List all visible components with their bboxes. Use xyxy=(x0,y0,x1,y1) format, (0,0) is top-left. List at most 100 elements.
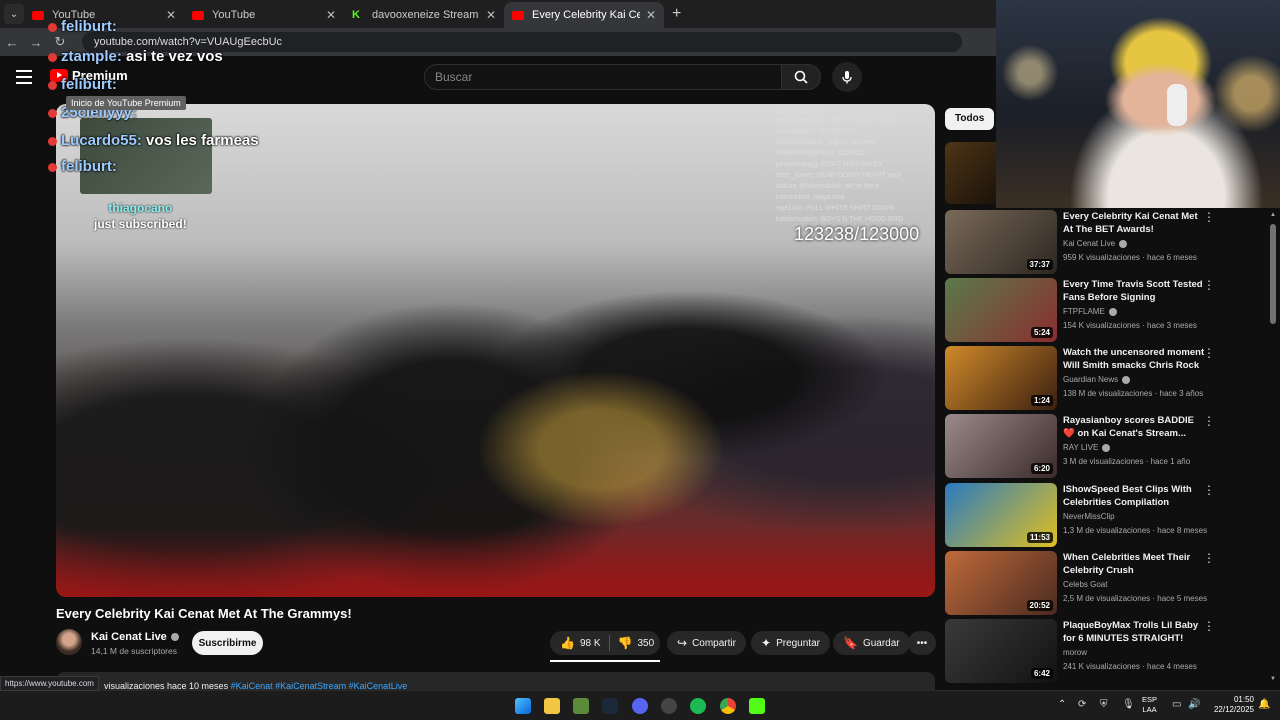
filter-chip-all[interactable]: Todos xyxy=(945,108,995,130)
back-arrow-icon[interactable]: ← xyxy=(0,35,24,50)
description-box[interactable]: visualizaciones hace 10 meses #KaiCenat … xyxy=(56,672,935,690)
tab-youtube-2[interactable]: YouTube ✕ xyxy=(184,2,344,28)
more-horizontal-icon: ••• xyxy=(916,637,928,649)
thumbs-up-icon[interactable]: 👍 xyxy=(560,636,575,650)
mic-tray-icon[interactable]: 🎙 xyxy=(1122,699,1135,710)
chat-badge-icon xyxy=(48,108,57,118)
recommended-title[interactable]: Watch the uncensored moment Will Smith s… xyxy=(1063,346,1205,372)
shield-icon[interactable]: ⛨ xyxy=(1100,699,1108,710)
dislike-count[interactable]: 350 xyxy=(637,638,654,649)
video-duration: 1:24 xyxy=(1030,395,1053,406)
youtube-favicon-icon xyxy=(32,10,44,20)
recommended-meta: 959 K visualizaciones · hace 6 meses xyxy=(1063,253,1197,262)
tab-close-icon[interactable]: ✕ xyxy=(486,8,496,22)
recommended-video[interactable]: 37:37 Every Celebrity Kai Cenat Met At Th… xyxy=(945,210,1275,274)
recommended-channel[interactable]: Celebs Goat xyxy=(1063,580,1107,589)
more-vertical-icon[interactable]: ⋮ xyxy=(1203,210,1215,224)
spotify-icon[interactable] xyxy=(690,698,706,714)
obs-icon[interactable] xyxy=(661,698,677,714)
recommended-video[interactable]: 11:53 IShowSpeed Best Clips With Celebrit… xyxy=(945,483,1275,547)
voice-search-button[interactable] xyxy=(832,62,862,92)
like-dislike-group: 👍 98 K 👎 350 xyxy=(550,631,660,655)
tab-close-icon[interactable]: ✕ xyxy=(326,8,336,22)
recommended-title[interactable]: IShowSpeed Best Clips With Celebrities C… xyxy=(1063,483,1205,509)
recommended-title[interactable]: Rayasianboy scores BADDIE❤️ on Kai Cenat… xyxy=(1063,414,1205,440)
recommended-channel[interactable]: NeverMissClip xyxy=(1063,512,1115,521)
sync-icon[interactable]: ⟳ xyxy=(1078,699,1086,710)
new-tab-button[interactable]: + xyxy=(672,5,681,23)
recommended-channel[interactable]: Kai Cenat Live xyxy=(1063,239,1128,248)
tab-close-icon[interactable]: ✕ xyxy=(166,8,176,22)
more-actions-button[interactable]: ••• xyxy=(908,631,936,655)
video-chat-line: kaitooelitta: nigga look xyxy=(776,194,846,201)
partial-thumbnail[interactable] xyxy=(945,142,997,204)
notification-icon[interactable]: 🔔 xyxy=(1258,699,1270,710)
menu-icon[interactable] xyxy=(16,70,32,84)
recommended-video[interactable]: 5:24 Every Time Travis Scott Tested Fans … xyxy=(945,278,1275,342)
recommended-title[interactable]: When Celebrities Meet Their Celebrity Cr… xyxy=(1063,551,1205,577)
file-explorer-icon[interactable] xyxy=(544,698,560,714)
tab-active-video[interactable]: Every Celebrity Kai Cenat Met A ✕ xyxy=(504,2,664,28)
scrollbar[interactable]: ▲ ▼ xyxy=(1270,212,1276,682)
more-vertical-icon[interactable]: ⋮ xyxy=(1203,414,1215,428)
channel-avatar[interactable] xyxy=(56,629,82,655)
thumbs-down-icon[interactable]: 👎 xyxy=(618,636,633,650)
forward-arrow-icon[interactable]: → xyxy=(24,35,48,50)
video-thumbnail[interactable]: 37:37 xyxy=(945,210,1057,274)
discord-icon[interactable] xyxy=(632,698,648,714)
channel-name[interactable]: Kai Cenat Live xyxy=(91,631,179,643)
more-vertical-icon[interactable]: ⋮ xyxy=(1203,278,1215,292)
like-count[interactable]: 98 K xyxy=(580,638,601,649)
recommended-channel[interactable]: RAY LIVE xyxy=(1063,443,1111,452)
divider xyxy=(608,635,610,651)
tab-search-button[interactable]: ⌄ xyxy=(4,4,24,24)
video-thumbnail[interactable]: 5:24 xyxy=(945,278,1057,342)
scroll-up-icon[interactable]: ▲ xyxy=(1270,212,1276,218)
tray-chevron-icon[interactable]: ⌃ xyxy=(1058,699,1066,710)
share-button[interactable]: ↪ Compartir xyxy=(667,631,746,655)
windows-start-icon[interactable] xyxy=(515,698,531,714)
volume-icon[interactable]: 🔊 xyxy=(1188,699,1200,710)
subscribe-button[interactable]: Suscribirme xyxy=(192,631,263,655)
save-button[interactable]: 🔖 Guardar xyxy=(833,631,910,655)
recommended-channel[interactable]: FTPFLAME xyxy=(1063,307,1117,316)
kick-app-icon[interactable] xyxy=(749,698,765,714)
video-duration: 5:24 xyxy=(1030,327,1053,338)
recommended-channel[interactable]: Guardian News xyxy=(1063,375,1131,384)
recommended-title[interactable]: Every Celebrity Kai Cenat Met At The BET… xyxy=(1063,210,1205,236)
recommended-title[interactable]: Every Time Travis Scott Tested Fans Befo… xyxy=(1063,278,1205,304)
recommended-video[interactable]: 6:20 Rayasianboy scores BADDIE❤️ on Kai C… xyxy=(945,414,1275,478)
search-input[interactable]: Buscar xyxy=(424,64,782,90)
chat-badge-icon xyxy=(48,162,57,172)
input-language[interactable]: ESP LAA xyxy=(1142,695,1157,715)
recommended-video[interactable]: 1:24 Watch the uncensored moment Will Smi… xyxy=(945,346,1275,410)
more-vertical-icon[interactable]: ⋮ xyxy=(1203,551,1215,565)
scrollbar-thumb[interactable] xyxy=(1270,224,1276,324)
video-thumbnail[interactable]: 6:20 xyxy=(945,414,1057,478)
video-thumbnail[interactable]: 6:42 xyxy=(945,619,1057,683)
steam-icon[interactable] xyxy=(602,698,618,714)
system-clock[interactable]: 01:50 22/12/2025 xyxy=(1206,695,1254,715)
search-button[interactable] xyxy=(781,64,821,90)
more-vertical-icon[interactable]: ⋮ xyxy=(1203,346,1215,360)
tab-kick-stream[interactable]: K davooxeneize Stream - Watch L ✕ xyxy=(344,2,504,28)
tab-close-icon[interactable]: ✕ xyxy=(646,8,656,22)
ask-button[interactable]: ✦ Preguntar xyxy=(751,631,830,655)
recommended-title[interactable]: PlaqueBoyMax Trolls Lil Baby for 6 MINUT… xyxy=(1063,619,1205,645)
recommended-channel[interactable]: morow xyxy=(1063,648,1087,657)
app-icon[interactable] xyxy=(573,698,589,714)
video-thumbnail[interactable]: 1:24 xyxy=(945,346,1057,410)
scroll-down-icon[interactable]: ▼ xyxy=(1270,676,1276,682)
share-icon: ↪ xyxy=(677,636,688,650)
video-thumbnail[interactable]: 11:53 xyxy=(945,483,1057,547)
network-icon[interactable]: ▭ xyxy=(1172,699,1181,710)
more-vertical-icon[interactable]: ⋮ xyxy=(1203,483,1215,497)
overlay-chat-line: feliburt: xyxy=(48,158,117,175)
microphone-icon xyxy=(842,71,852,84)
video-thumbnail[interactable]: 20:52 xyxy=(945,551,1057,615)
description-tags[interactable]: #KaiCenat #KaiCenatStream #KaiCenatLive xyxy=(231,681,408,690)
recommended-video[interactable]: 20:52 When Celebrities Meet Their Celebri… xyxy=(945,551,1275,615)
chrome-icon[interactable] xyxy=(720,698,736,714)
more-vertical-icon[interactable]: ⋮ xyxy=(1203,619,1215,633)
recommended-video[interactable]: 6:42 PlaqueBoyMax Trolls Lil Baby for 6 M… xyxy=(945,619,1275,683)
